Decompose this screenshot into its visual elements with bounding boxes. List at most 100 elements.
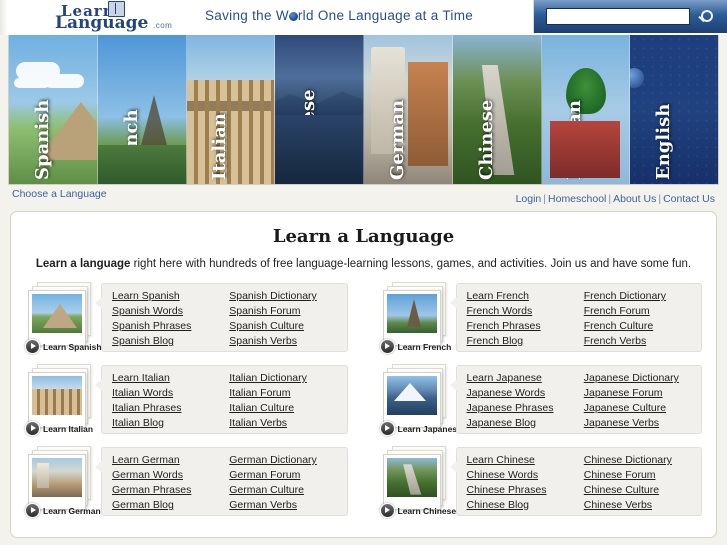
- banner-label-french: French: [120, 109, 142, 180]
- link-french-forum[interactable]: French Forum: [584, 304, 693, 319]
- banner-panel-japanese[interactable]: Japanese: [275, 35, 364, 184]
- play-label-chinese: Learn Chinese: [397, 505, 457, 516]
- play-badge-french[interactable]: Learn French: [379, 339, 451, 354]
- banner-panel-spanish[interactable]: Spanish: [9, 35, 98, 184]
- link-chinese-verbs[interactable]: Chinese Verbs: [584, 498, 693, 513]
- link-chinese-blog[interactable]: Chinese Blog: [467, 498, 576, 513]
- search-input[interactable]: [546, 8, 690, 25]
- thumb-stack-front: [28, 372, 86, 428]
- link-german-forum[interactable]: German Forum: [229, 468, 338, 483]
- link-italian-blog[interactable]: Italian Blog: [112, 416, 221, 431]
- link-french-culture[interactable]: French Culture: [584, 319, 693, 334]
- great-wall-thumbnail-image: [386, 458, 437, 497]
- link-chinese-phrases[interactable]: Chinese Phrases: [467, 483, 576, 498]
- language-grid: Learn Spanish Learn Spanish Spanish Dict…: [11, 270, 716, 520]
- play-icon[interactable]: [379, 339, 395, 354]
- link-italian-forum[interactable]: Italian Forum: [229, 386, 338, 401]
- search-icon[interactable]: [697, 9, 713, 25]
- nav-login[interactable]: Login: [516, 193, 542, 205]
- language-block-italian: Learn Italian Learn Italian Italian Dict…: [25, 364, 348, 438]
- banner-panel-russian[interactable]: Russian: [541, 35, 631, 184]
- play-icon[interactable]: [379, 421, 395, 436]
- link-japanese-blog[interactable]: Japanese Blog: [467, 416, 576, 431]
- link-german-verbs[interactable]: German Verbs: [229, 498, 338, 513]
- link-chinese-culture[interactable]: Chinese Culture: [584, 483, 693, 498]
- links-panel-italian: Learn Italian Italian Dictionary Italian…: [95, 365, 348, 434]
- choose-language-link[interactable]: Choose a Language: [12, 188, 107, 200]
- link-german-blog[interactable]: German Blog: [112, 498, 221, 513]
- play-badge-japanese[interactable]: Learn Japanese: [379, 421, 462, 436]
- link-learn-italian[interactable]: Learn Italian: [112, 371, 221, 386]
- nav-separator-3: |: [658, 193, 662, 205]
- thumbnail-japanese[interactable]: Learn Japanese: [379, 364, 462, 436]
- link-german-culture[interactable]: German Culture: [229, 483, 338, 498]
- link-spanish-culture[interactable]: Spanish Culture: [229, 319, 338, 334]
- play-badge-chinese[interactable]: Learn Chinese: [379, 503, 457, 518]
- link-german-dictionary[interactable]: German Dictionary: [229, 453, 338, 468]
- play-icon[interactable]: [25, 339, 40, 354]
- links-panel-japanese: Learn Japanese Japanese Dictionary Japan…: [449, 365, 702, 434]
- play-icon[interactable]: [25, 421, 40, 436]
- nav-separator-2: |: [608, 193, 612, 205]
- thumbnail-spanish[interactable]: Learn Spanish: [25, 282, 102, 354]
- link-spanish-blog[interactable]: Spanish Blog: [112, 334, 221, 349]
- link-japanese-dictionary[interactable]: Japanese Dictionary: [584, 371, 693, 386]
- nav-contact-us[interactable]: Contact Us: [663, 193, 715, 205]
- link-spanish-phrases[interactable]: Spanish Phrases: [112, 319, 221, 334]
- link-italian-culture[interactable]: Italian Culture: [229, 401, 338, 416]
- nav-homeschool[interactable]: Homeschool: [548, 193, 606, 205]
- link-japanese-words[interactable]: Japanese Words: [467, 386, 576, 401]
- link-japanese-verbs[interactable]: Japanese Verbs: [584, 416, 693, 431]
- link-french-phrases[interactable]: French Phrases: [467, 319, 576, 334]
- link-chinese-dictionary[interactable]: Chinese Dictionary: [584, 453, 693, 468]
- play-badge-italian[interactable]: Learn Italian: [25, 421, 93, 436]
- thumbnail-chinese[interactable]: Learn Chinese: [379, 446, 456, 518]
- banner-panel-chinese[interactable]: Chinese: [452, 35, 542, 184]
- link-learn-japanese[interactable]: Learn Japanese: [467, 371, 576, 386]
- site-logo[interactable]: Learn Language .com: [15, 1, 190, 34]
- play-badge-german[interactable]: Learn German: [25, 503, 101, 518]
- link-french-blog[interactable]: French Blog: [467, 334, 576, 349]
- language-block-japanese: Learn Japanese Learn Japanese Japanese D…: [379, 364, 702, 438]
- link-learn-spanish[interactable]: Learn Spanish: [112, 289, 221, 304]
- link-spanish-dictionary[interactable]: Spanish Dictionary: [229, 289, 338, 304]
- banner-panel-french[interactable]: French: [97, 35, 187, 184]
- link-french-verbs[interactable]: French Verbs: [584, 334, 693, 349]
- banner-panel-german[interactable]: German: [364, 35, 453, 184]
- link-german-phrases[interactable]: German Phrases: [112, 483, 221, 498]
- banner-panel-italian[interactable]: Italian: [186, 35, 276, 184]
- thumbnail-french[interactable]: Learn French: [379, 282, 452, 354]
- nav-about-us[interactable]: About Us: [613, 193, 656, 205]
- chichen-itza-thumbnail-image: [32, 294, 82, 333]
- link-chinese-words[interactable]: Chinese Words: [467, 468, 576, 483]
- link-learn-chinese[interactable]: Learn Chinese: [467, 453, 576, 468]
- link-chinese-forum[interactable]: Chinese Forum: [584, 468, 693, 483]
- page-root: Learn Language .com Saving the W rld One …: [0, 0, 727, 545]
- link-german-words[interactable]: German Words: [112, 468, 221, 483]
- link-spanish-words[interactable]: Spanish Words: [112, 304, 221, 319]
- link-french-dictionary[interactable]: French Dictionary: [584, 289, 693, 304]
- link-spanish-forum[interactable]: Spanish Forum: [229, 304, 338, 319]
- thumb-stack-front: [382, 290, 441, 346]
- link-learn-german[interactable]: Learn German: [112, 453, 221, 468]
- link-japanese-phrases[interactable]: Japanese Phrases: [467, 401, 576, 416]
- play-badge-spanish[interactable]: Learn Spanish: [25, 339, 102, 354]
- intro-rest-text: right here with hundreds of free languag…: [130, 258, 692, 270]
- thumbnail-italian[interactable]: Learn Italian: [25, 364, 97, 436]
- banner-panel-english[interactable]: English: [630, 35, 718, 184]
- link-japanese-forum[interactable]: Japanese Forum: [584, 386, 693, 401]
- banner-label-italian: Italian: [209, 113, 231, 180]
- link-italian-verbs[interactable]: Italian Verbs: [229, 416, 338, 431]
- site-header: Learn Language .com Saving the W rld One …: [0, 0, 727, 35]
- link-french-words[interactable]: French Words: [467, 304, 576, 319]
- link-italian-dictionary[interactable]: Italian Dictionary: [229, 371, 338, 386]
- link-spanish-verbs[interactable]: Spanish Verbs: [229, 334, 338, 349]
- link-japanese-culture[interactable]: Japanese Culture: [584, 401, 693, 416]
- link-italian-phrases[interactable]: Italian Phrases: [112, 401, 221, 416]
- header-left-edge: [0, 0, 8, 35]
- play-icon[interactable]: [379, 503, 395, 518]
- link-learn-french[interactable]: Learn French: [467, 289, 576, 304]
- thumbnail-german[interactable]: Learn German: [25, 446, 101, 518]
- play-icon[interactable]: [25, 503, 40, 518]
- link-italian-words[interactable]: Italian Words: [112, 386, 221, 401]
